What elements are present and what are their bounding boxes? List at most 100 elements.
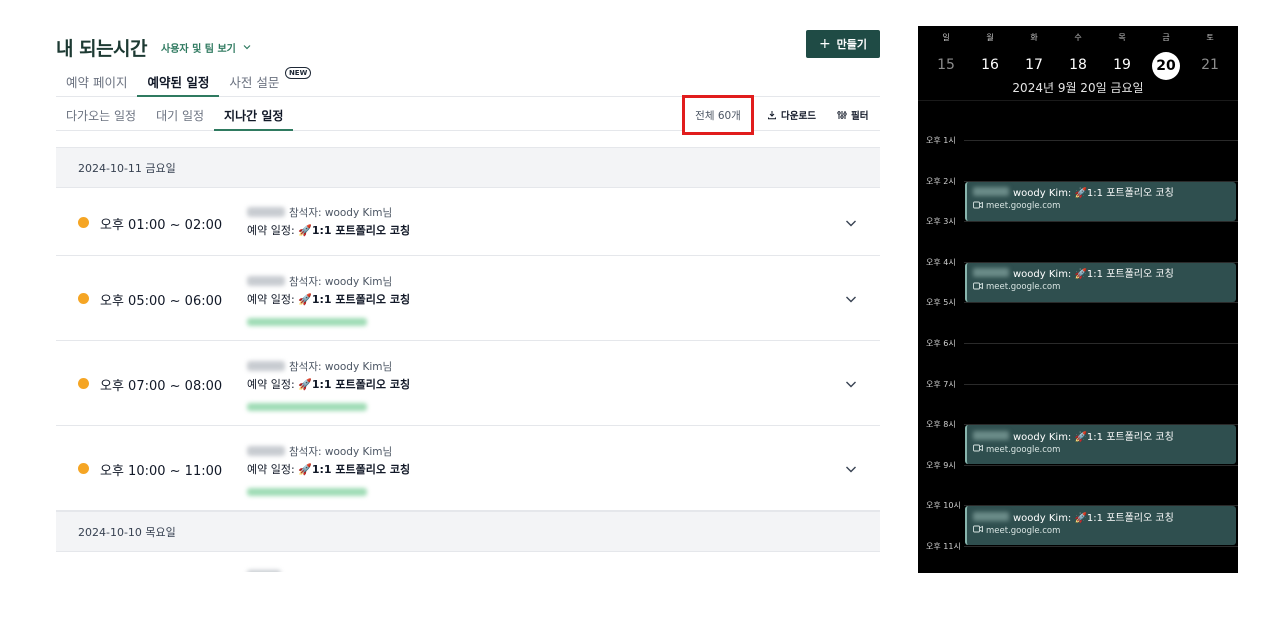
filter-button[interactable]: 필터	[837, 108, 868, 122]
schedule-info: 참석자: woody Kim님 예약 일정: 🚀1:1 포트폴리오 코칭	[247, 443, 411, 496]
hour-label: 오후 1시	[926, 136, 956, 145]
plus-icon: +	[818, 36, 831, 52]
day-number[interactable]: 16	[972, 52, 1008, 78]
event-title-text: woody Kim: 🚀1:1 포트폴리오 코칭	[1013, 512, 1174, 524]
download-label: 다운로드	[781, 111, 816, 122]
event-line: 예약 일정: 🚀1:1 포트폴리오 코칭	[247, 291, 410, 307]
filter-icon	[837, 111, 847, 119]
tab-1[interactable]: 예약된 일정	[137, 66, 220, 97]
event-title-text: woody Kim: 🚀1:1 포트폴리오 코칭	[1013, 269, 1174, 281]
selected-day[interactable]: 20	[1152, 52, 1180, 80]
video-camera-icon	[973, 282, 986, 293]
event-title: woody Kim: 🚀1:1 포트폴리오 코칭	[973, 266, 1230, 280]
hour-label: 오후 2시	[926, 176, 956, 186]
expand-chevron-icon[interactable]	[844, 376, 858, 390]
calendar-event[interactable]: woody Kim: 🚀1:1 포트폴리오 코칭 meet.google.com	[965, 425, 1236, 465]
tab-0[interactable]: 예약 페이지	[56, 66, 137, 97]
blurred-name	[973, 511, 1009, 521]
participant-line: 참석자: woody Kim님	[247, 204, 410, 220]
booked-schedule-panel: 내 되는시간 사용자 및 팀 보기 + 만들기 예약 페이지 예약된 일정 사전 설…	[56, 26, 880, 572]
participant-text: 참석자: woody Kim님	[289, 445, 393, 458]
weekday-label: 수	[1074, 33, 1082, 42]
event-link-text: meet.google.com	[986, 444, 1061, 455]
calendar-event[interactable]: woody Kim: 🚀1:1 포트폴리오 코칭 meet.google.com	[965, 262, 1236, 302]
weekday-label: 목	[1118, 33, 1126, 42]
event-name: 🚀1:1 포트폴리오 코칭	[298, 463, 411, 476]
blurred-answer-line	[247, 311, 410, 326]
blurred-name	[247, 276, 285, 286]
hour-label: 오후 6시	[926, 339, 956, 348]
hour-gridline	[964, 221, 1238, 223]
subtab-0[interactable]: 다가오는 일정	[56, 98, 146, 131]
user-team-label: 사용자 및 팀 보기	[161, 43, 236, 55]
hour-label: 오후 9시	[926, 460, 956, 470]
expand-chevron-icon[interactable]	[844, 461, 858, 475]
hour-gridline	[964, 464, 1238, 466]
blurred-name	[973, 187, 1009, 197]
day-number[interactable]: 17	[1016, 52, 1052, 78]
page-title: 내 되는시간	[56, 37, 148, 60]
blurred-name	[247, 570, 281, 572]
event-link: meet.google.com	[973, 201, 1230, 212]
day-number[interactable]: 15	[928, 52, 964, 78]
event-prefix: 예약 일정:	[247, 293, 299, 306]
participant-line: 참석자: woody Kim님	[247, 358, 410, 374]
blurred-name	[247, 207, 285, 217]
blurred-answer-line	[247, 481, 410, 496]
event-name: 🚀1:1 포트폴리오 코칭	[298, 293, 411, 306]
event-link-text: meet.google.com	[986, 525, 1061, 536]
create-button[interactable]: + 만들기	[806, 30, 880, 58]
user-team-dropdown[interactable]: 사용자 및 팀 보기	[161, 40, 252, 55]
hour-label: 오후 8시	[926, 420, 956, 430]
day-number[interactable]: 21	[1192, 52, 1228, 78]
event-title: woody Kim: 🚀1:1 포트폴리오 코칭	[973, 509, 1230, 524]
day-number[interactable]: 19	[1104, 52, 1140, 78]
schedule-time: 오후 05:00 ~ 06:00	[100, 294, 223, 309]
sub-tabs: 다가오는 일정 대기 일정 지나간 일정	[56, 98, 880, 131]
expand-chevron-icon[interactable]	[844, 291, 858, 305]
calendar-screenshot: 일월화수목금토 15 16 17 18 19 20 21 2024년 9월 20일 금요일 …	[918, 26, 1238, 573]
subtab-1[interactable]: 대기 일정	[146, 98, 214, 131]
schedule-row[interactable]: 오후 01:00 ~ 02:00 참석자: woody Kim님 예약 일정: 🚀1…	[56, 188, 880, 256]
event-link: meet.google.com	[973, 525, 1230, 536]
schedule-time: 오후 07:00 ~ 08:00	[100, 379, 223, 394]
blurred-answer	[247, 403, 367, 411]
calendar-event[interactable]: woody Kim: 🚀1:1 포트폴리오 코칭 meet.google.com	[965, 181, 1236, 221]
calendar-header-divider	[918, 100, 1238, 101]
expand-chevron-icon[interactable]	[844, 215, 858, 229]
download-button[interactable]: 다운로드	[767, 108, 816, 122]
event-line: 예약 일정: 🚀1:1 포트폴리오 코칭	[247, 222, 410, 238]
video-camera-icon	[973, 201, 986, 212]
event-title-text: woody Kim: 🚀1:1 포트폴리오 코칭	[1013, 431, 1174, 443]
participant-line: 참석자: woody Kim님	[247, 273, 410, 289]
weekday-label: 금	[1162, 33, 1170, 42]
status-dot	[78, 293, 89, 304]
schedule-row-partial	[56, 552, 880, 572]
calendar-event[interactable]: woody Kim: 🚀1:1 포트폴리오 코칭 meet.google.com	[965, 506, 1236, 546]
participant-text: 참석자: woody Kim님	[289, 206, 393, 219]
schedule-info: 참석자: woody Kim님예약 일정: 🚀1:1 포트폴리오 코칭	[247, 204, 410, 238]
event-link-text: meet.google.com	[986, 282, 1061, 293]
schedule-row[interactable]: 오후 05:00 ~ 06:00 참석자: woody Kim님예약 일정: 🚀1…	[56, 256, 880, 341]
tab-label: 예약된 일정	[147, 75, 210, 90]
filter-label: 필터	[851, 111, 869, 122]
weekday-label: 일	[942, 33, 950, 42]
status-dot	[78, 217, 89, 228]
hour-label: 오후 3시	[926, 217, 956, 227]
schedule-row[interactable]: 오후 10:00 ~ 11:00 참석자: woody Kim님 예약 일정: 🚀1…	[56, 426, 880, 511]
day-number[interactable]: 18	[1060, 52, 1096, 78]
event-prefix: 예약 일정:	[247, 224, 299, 237]
blurred-answer	[247, 318, 367, 326]
date-group-header: 2024-10-11 금요일	[56, 147, 880, 188]
event-title: woody Kim: 🚀1:1 포트폴리오 코칭	[973, 185, 1230, 199]
schedule-info: 참석자: woody Kim님 예약 일정: 🚀1:1 포트폴리오 코칭	[247, 358, 410, 411]
tab-2[interactable]: 사전 설문 NEW	[219, 66, 312, 97]
date-group-header: 2024-10-10 목요일	[56, 511, 880, 552]
subtab-2[interactable]: 지나간 일정	[214, 98, 294, 131]
hour-label: 오후 10시	[926, 501, 961, 511]
event-name: 🚀1:1 포트폴리오 코칭	[298, 224, 411, 237]
hour-label: 오후 11시	[926, 542, 961, 551]
schedule-row[interactable]: 오후 07:00 ~ 08:00 참석자: woody Kim님 예약 일정: 🚀1…	[56, 341, 880, 426]
status-dot	[78, 463, 89, 474]
blurred-answer	[247, 488, 367, 496]
